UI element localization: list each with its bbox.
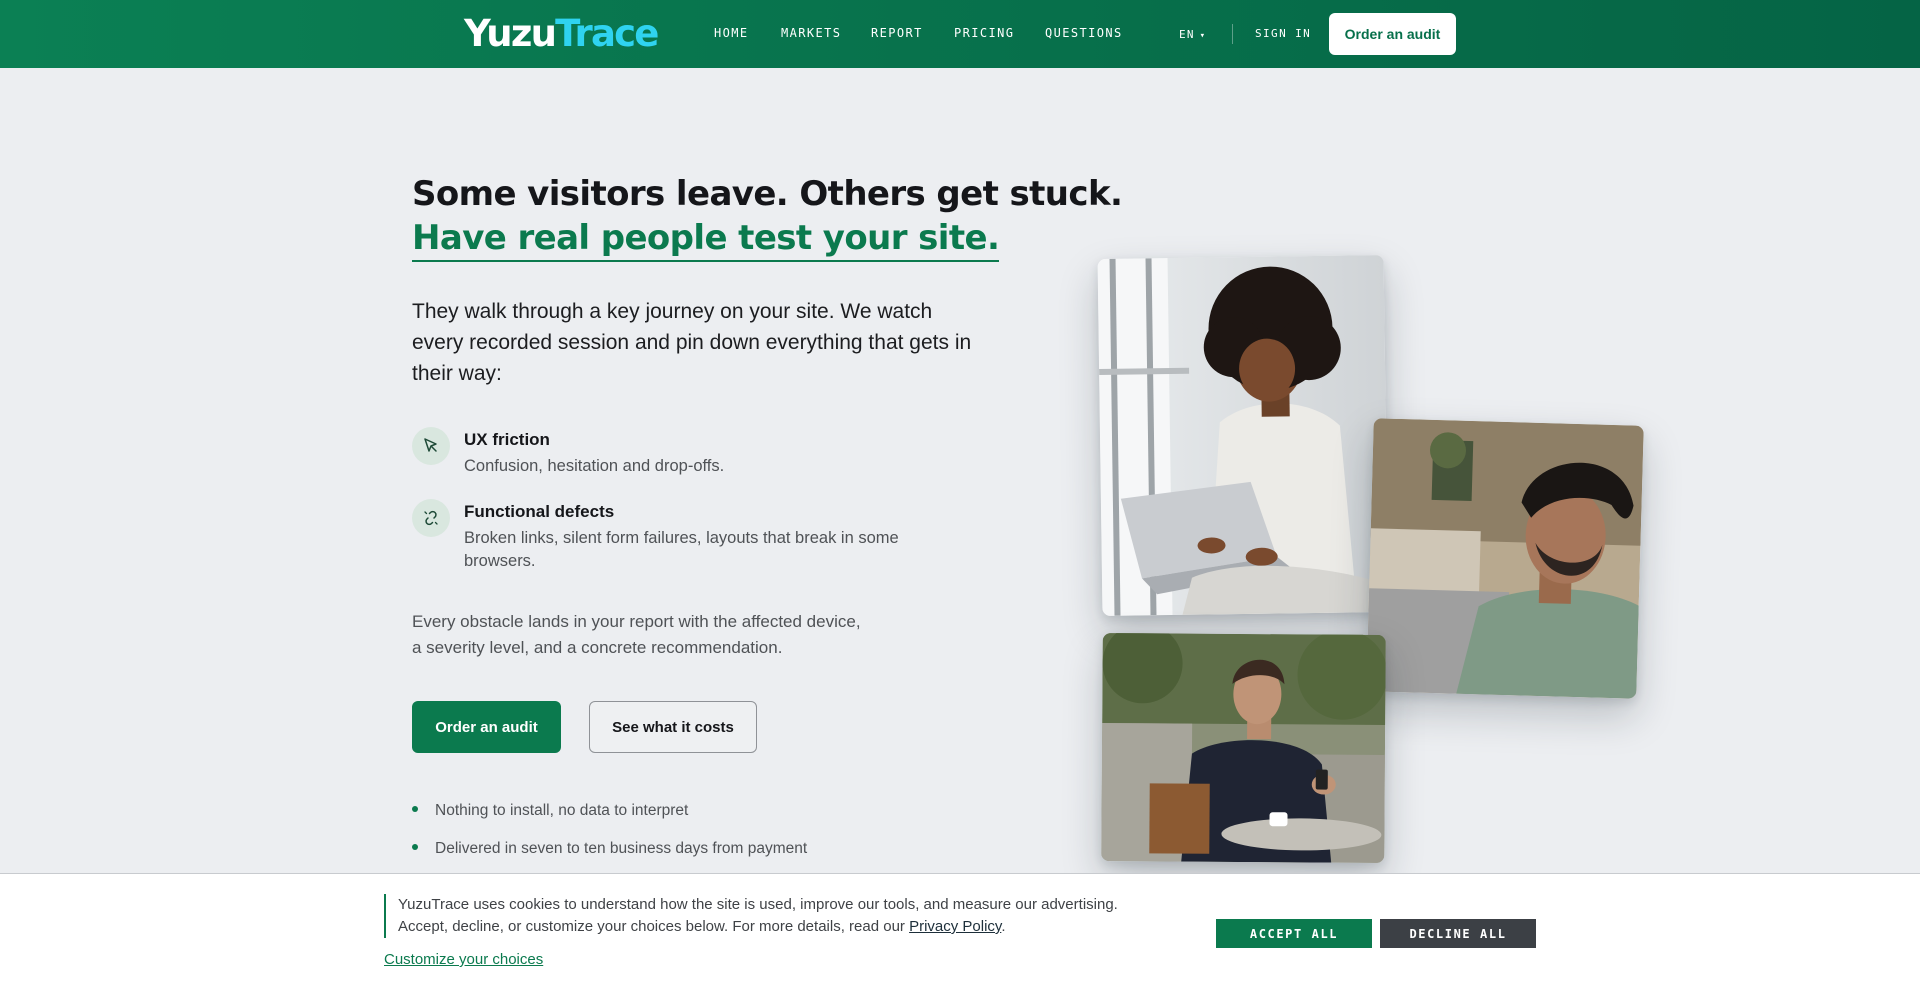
closing-line-2: a severity level, and a concrete recomme…: [412, 638, 783, 657]
top-navigation-bar: YuzuTrace HOME MARKETS REPORT PRICING QU…: [0, 0, 1920, 68]
benefit-list-item: Nothing to install, no data to interpret: [412, 802, 688, 820]
hero-subheadline: Have real people test your site.: [412, 218, 1000, 262]
order-audit-header-button[interactable]: Order an audit: [1329, 13, 1456, 55]
cookie-accent-bar: [384, 894, 386, 938]
chevron-down-icon: ▾: [1199, 31, 1207, 41]
photo-man-cafe-phone: [1101, 633, 1386, 863]
photo-woman-laptop: [1097, 255, 1389, 616]
cookie-message-line-2: Accept, decline, or customize your choic…: [398, 916, 1158, 938]
feature-title-functional-defects: Functional defects: [464, 502, 615, 521]
hero-lead-paragraph: They walk through a key journey on your …: [412, 300, 972, 385]
benefit-text: Nothing to install, no data to interpret: [435, 802, 689, 819]
cookie-message-prefix: Accept, decline, or customize your choic…: [398, 918, 910, 935]
benefit-text: Delivered in seven to ten business days …: [435, 840, 808, 857]
privacy-policy-link[interactable]: Privacy Policy: [909, 918, 1001, 935]
nav-pricing[interactable]: PRICING: [954, 26, 1014, 40]
nav-home[interactable]: HOME: [714, 26, 749, 40]
feature-desc-functional-defects: Broken links, silent form failures, layo…: [464, 529, 899, 570]
benefit-list-item: Delivered in seven to ten business days …: [412, 840, 807, 858]
cookie-consent-banner: YuzuTrace uses cookies to understand how…: [0, 873, 1920, 993]
accept-all-button[interactable]: ACCEPT ALL: [1216, 919, 1372, 948]
logo-text-yuzu: Yuzu: [464, 12, 557, 55]
hero-closing-text: Every obstacle lands in your report with…: [412, 609, 912, 661]
broken-link-icon: [412, 499, 450, 537]
bullet-dot-icon: [412, 805, 418, 812]
logo-text-trace: Trace: [555, 12, 659, 55]
sign-in-link[interactable]: SIGN IN: [1255, 27, 1311, 40]
language-selector[interactable]: EN ▾: [1179, 28, 1206, 41]
order-audit-button[interactable]: Order an audit: [412, 701, 561, 753]
yuzutrace-logo[interactable]: YuzuTrace: [464, 12, 659, 55]
nav-markets[interactable]: MARKETS: [781, 26, 841, 40]
nav-report[interactable]: REPORT: [871, 26, 923, 40]
feature-title-ux-friction: UX friction: [464, 430, 550, 449]
nav-questions[interactable]: QUESTIONS: [1045, 26, 1123, 40]
photo-man-sofa: [1366, 418, 1644, 699]
closing-line-1: Every obstacle lands in your report with…: [412, 612, 861, 631]
customize-choices-link[interactable]: Customize your choices: [384, 951, 543, 968]
cookie-message-line-1: YuzuTrace uses cookies to understand how…: [398, 896, 1118, 913]
cookie-message-suffix: .: [1001, 918, 1006, 935]
decline-all-button[interactable]: DECLINE ALL: [1380, 919, 1536, 948]
nav-divider: [1232, 24, 1233, 44]
hero-headline: Some visitors leave. Others get stuck.: [412, 174, 1123, 214]
language-label: EN: [1179, 28, 1195, 41]
bullet-dot-icon: [412, 843, 418, 850]
feature-desc-ux-friction: Confusion, hesitation and drop-offs.: [464, 457, 725, 475]
cursor-click-icon: [412, 427, 450, 465]
see-costs-button[interactable]: See what it costs: [589, 701, 757, 753]
cookie-message: YuzuTrace uses cookies to understand how…: [398, 894, 1158, 938]
